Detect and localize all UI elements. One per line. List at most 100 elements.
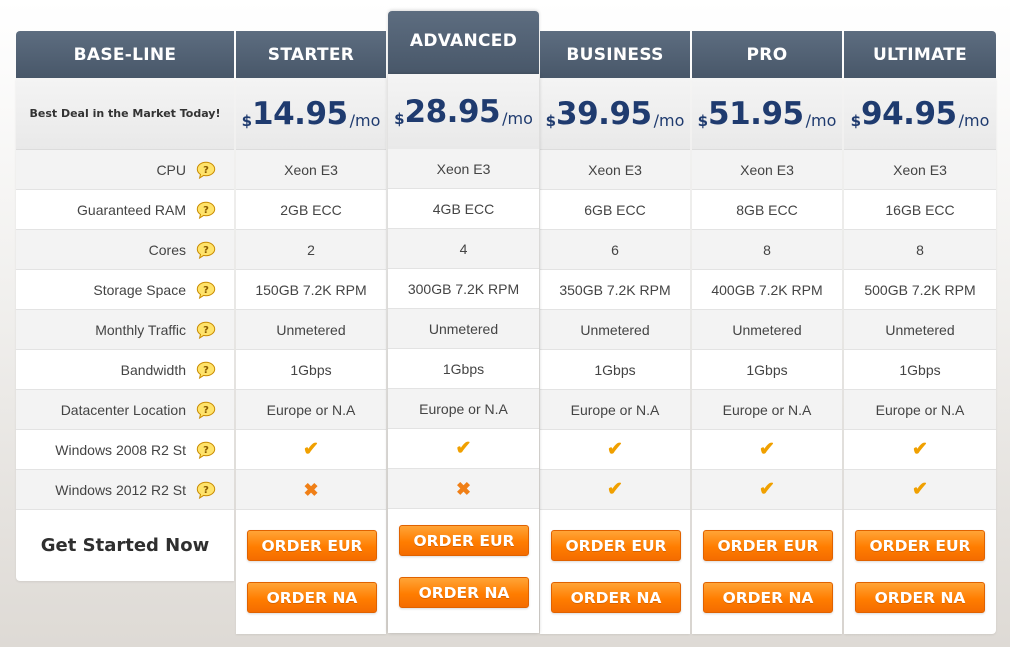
feature-row-label: Guaranteed RAM? <box>16 190 234 230</box>
feature-label: Windows 2012 R2 St <box>55 481 186 498</box>
help-bubble-icon[interactable]: ? <box>196 401 216 419</box>
spec-cell: 400GB 7.2K RPM <box>692 270 842 310</box>
checkmark-icon: ✔ <box>759 439 775 460</box>
spec-value: Unmetered <box>428 320 499 337</box>
plan-body: $14.95/mo Xeon E3 2GB ECC 2 150GB 7.2K RPM Un… <box>236 78 386 634</box>
spec-value: 350GB 7.2K RPM <box>559 281 671 298</box>
spec-cell: 350GB 7.2K RPM <box>540 270 690 310</box>
spec-value: Unmetered <box>732 321 802 338</box>
spec-value: 500GB 7.2K RPM <box>864 281 976 298</box>
os-support-cell: ✔ <box>540 470 690 510</box>
spec-cell: 8GB ECC <box>692 190 842 230</box>
order-na-button[interactable]: ORDER NA <box>399 577 529 608</box>
os-support-cell: ✖ <box>388 469 539 509</box>
spec-cell: Unmetered <box>236 310 386 350</box>
feature-row-label: Windows 2012 R2 St? <box>16 470 234 510</box>
price-cell: $51.95/mo <box>692 78 842 150</box>
spec-cell: 4GB ECC <box>388 189 539 229</box>
get-started-text: Get Started Now <box>40 535 210 556</box>
help-bubble-icon[interactable]: ? <box>196 361 216 379</box>
price-currency: $ <box>850 111 862 130</box>
spec-value: Xeon E3 <box>893 161 947 178</box>
spec-cell: 8 <box>692 230 842 270</box>
spec-value: Unmetered <box>580 321 650 338</box>
plan-price: $51.95/mo <box>698 96 837 132</box>
spec-value: Xeon E3 <box>740 161 794 178</box>
help-bubble-icon[interactable]: ? <box>196 241 216 259</box>
svg-text:?: ? <box>203 285 209 296</box>
feature-row-label: Storage Space? <box>16 270 234 310</box>
svg-text:?: ? <box>203 445 209 456</box>
checkmark-icon: ✔ <box>455 438 472 459</box>
checkmark-icon: ✔ <box>303 439 319 460</box>
spec-cell: 1Gbps <box>692 350 842 390</box>
order-na-button[interactable]: ORDER NA <box>703 582 833 613</box>
spec-cell: Europe or N.A <box>236 390 386 430</box>
plan-body: $94.95/mo Xeon E3 16GB ECC 8 500GB 7.2K RPM U… <box>844 78 996 634</box>
spec-value: 2GB ECC <box>280 201 342 218</box>
help-bubble-icon[interactable]: ? <box>196 281 216 299</box>
price-period: /mo <box>805 110 837 130</box>
order-na-button[interactable]: ORDER NA <box>855 582 985 613</box>
plan-name: STARTER <box>267 44 355 65</box>
svg-text:?: ? <box>203 245 209 256</box>
order-na-button[interactable]: ORDER NA <box>551 582 681 613</box>
price-period: /mo <box>502 108 533 128</box>
plan-name: PRO <box>746 44 788 65</box>
spec-value: 6 <box>611 241 619 258</box>
order-eur-button[interactable]: ORDER EUR <box>855 530 985 561</box>
spec-cell: Europe or N.A <box>692 390 842 430</box>
feature-label: Datacenter Location <box>60 401 186 418</box>
best-deal-text: Best Deal in the Market Today! <box>29 107 221 120</box>
spec-value: Europe or N.A <box>419 400 508 417</box>
price-cell: $39.95/mo <box>540 78 690 150</box>
spec-value: 2 <box>307 241 315 258</box>
plan-name: BUSINESS <box>566 44 664 65</box>
spec-cell: 2 <box>236 230 386 270</box>
plan-name: ADVANCED <box>409 31 518 51</box>
plan-header: STARTER <box>236 31 386 78</box>
spec-value: 16GB ECC <box>885 201 955 218</box>
price-currency: $ <box>697 111 709 130</box>
spec-value: Xeon E3 <box>284 161 338 178</box>
best-deal-cell: Best Deal in the Market Today! <box>16 78 234 150</box>
plan-header: ULTIMATE <box>844 31 996 78</box>
price-amount: 94.95 <box>861 95 957 132</box>
help-bubble-icon[interactable]: ? <box>196 161 216 179</box>
base-line-header: BASE-LINE <box>16 31 234 78</box>
price-period: /mo <box>958 110 990 130</box>
spec-cell: 6 <box>540 230 690 270</box>
order-eur-button[interactable]: ORDER EUR <box>399 525 529 556</box>
checkmark-icon: ✔ <box>759 479 775 500</box>
help-bubble-icon[interactable]: ? <box>196 201 216 219</box>
order-eur-button[interactable]: ORDER EUR <box>551 530 681 561</box>
plan-body: $51.95/mo Xeon E3 8GB ECC 8 400GB 7.2K RPM Un… <box>692 78 842 634</box>
price-currency: $ <box>394 109 405 128</box>
os-support-cell: ✔ <box>388 429 539 469</box>
help-bubble-icon[interactable]: ? <box>196 441 216 459</box>
spec-value: Unmetered <box>276 321 346 338</box>
order-eur-button[interactable]: ORDER EUR <box>247 530 377 561</box>
spec-cell: Unmetered <box>692 310 842 350</box>
svg-text:?: ? <box>203 365 209 376</box>
feature-label: Guaranteed RAM <box>77 201 186 218</box>
spec-cell: 1Gbps <box>540 350 690 390</box>
order-eur-button[interactable]: ORDER EUR <box>703 530 833 561</box>
spec-cell: 1Gbps <box>388 349 539 389</box>
spec-value: Unmetered <box>885 321 955 338</box>
help-bubble-icon[interactable]: ? <box>196 321 216 339</box>
spec-value: 1Gbps <box>899 361 941 378</box>
price-cell: $14.95/mo <box>236 78 386 150</box>
spec-value: 150GB 7.2K RPM <box>255 281 367 298</box>
spec-cell: Xeon E3 <box>844 150 996 190</box>
spec-cell: 1Gbps <box>844 350 996 390</box>
spec-value: Europe or N.A <box>722 401 812 418</box>
feature-label: CPU <box>156 161 186 178</box>
checkmark-icon: ✔ <box>607 479 623 500</box>
spec-value: 8GB ECC <box>736 201 798 218</box>
order-na-button[interactable]: ORDER NA <box>247 582 377 613</box>
spec-value: 4GB ECC <box>432 200 495 217</box>
spec-cell: 2GB ECC <box>236 190 386 230</box>
os-support-cell: ✖ <box>236 470 386 510</box>
help-bubble-icon[interactable]: ? <box>196 481 216 499</box>
